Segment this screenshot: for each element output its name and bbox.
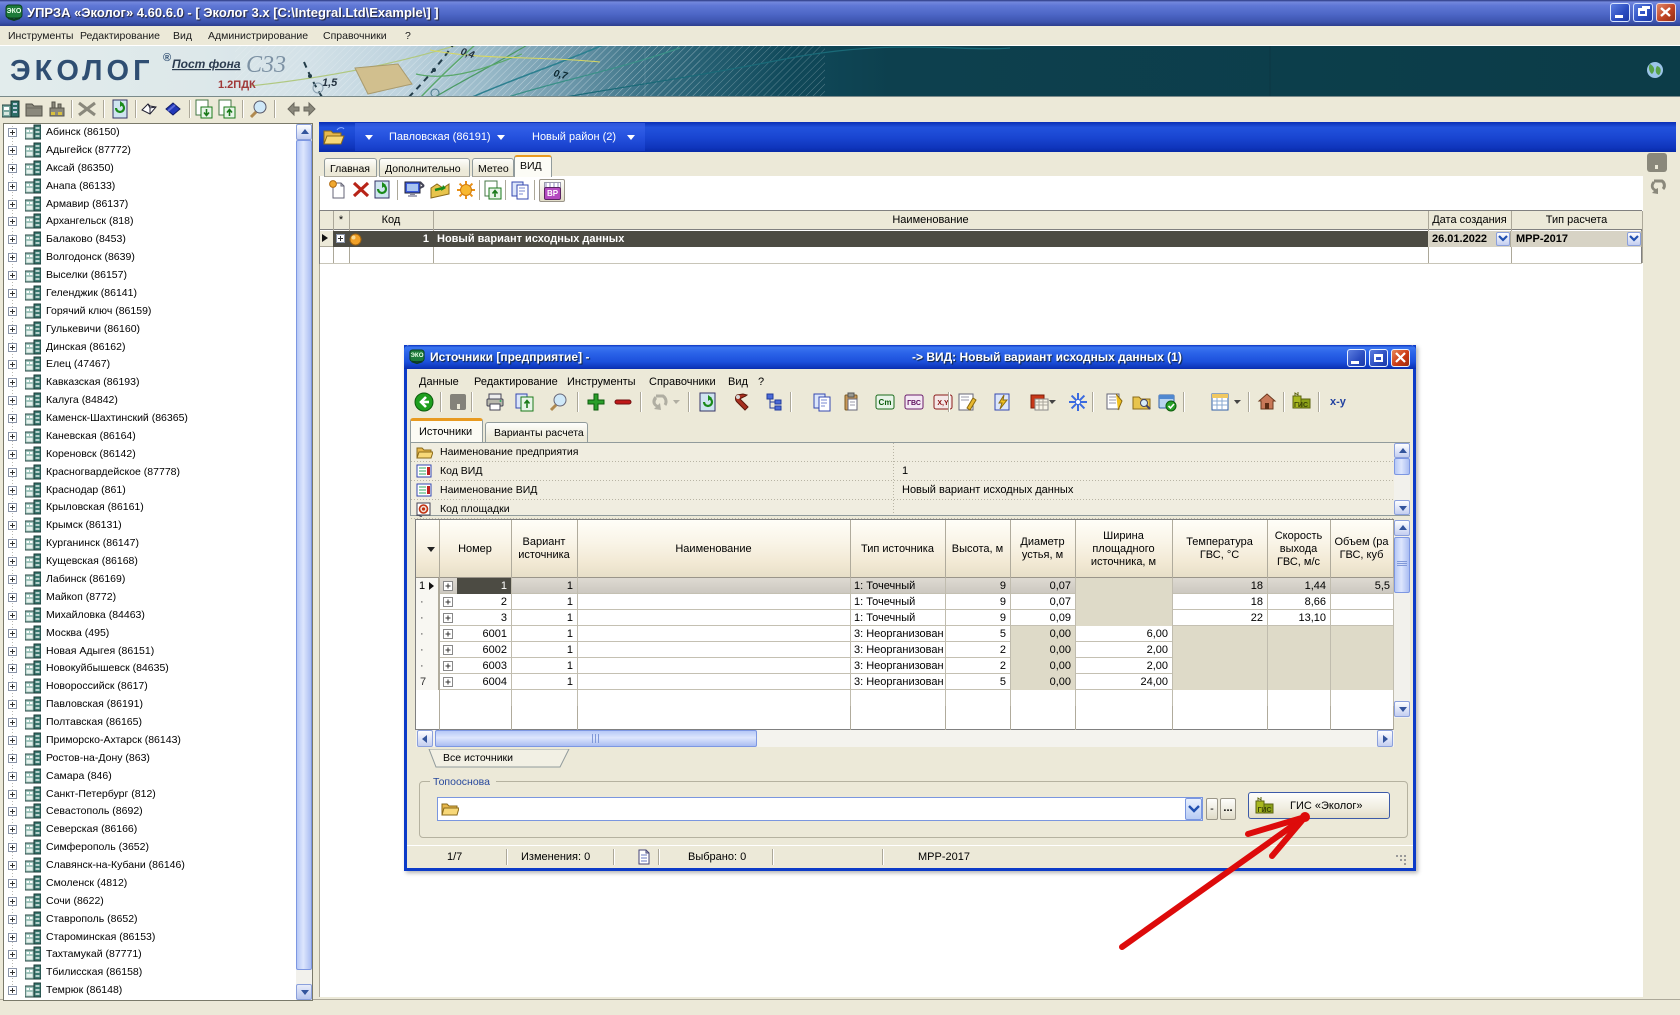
svg-text:1.2ПДК: 1.2ПДК <box>218 79 256 91</box>
svg-text:ЭКОЛОГ: ЭКОЛОГ <box>10 55 154 87</box>
svg-text:1,5: 1,5 <box>322 77 338 89</box>
svg-text:С33: С33 <box>246 52 286 78</box>
svg-text:Пост фона: Пост фона <box>172 57 241 71</box>
svg-text:ГИС: ГИС <box>1294 402 1308 409</box>
svg-text:ЭКО: ЭКО <box>410 352 423 359</box>
svg-text:®: ® <box>163 52 171 64</box>
svg-text:ГВС: ГВС <box>907 400 921 407</box>
svg-text:ЭКО: ЭКО <box>7 8 22 15</box>
svg-text:Cm: Cm <box>879 398 892 407</box>
